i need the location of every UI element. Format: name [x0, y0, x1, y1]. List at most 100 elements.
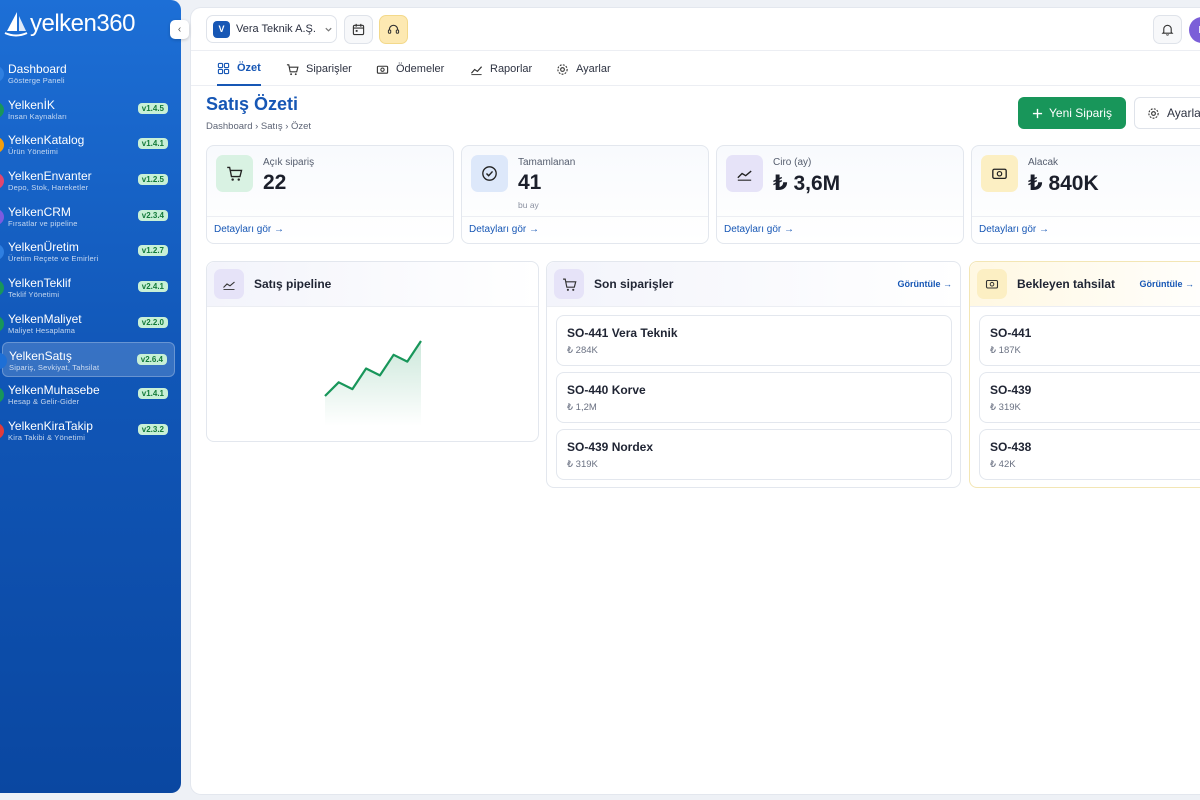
- order-title: SO-440 Korve: [567, 383, 646, 397]
- sidebar-item[interactable]: YelkenMaliyet Maliyet Hesaplama v2.2.0: [0, 306, 181, 342]
- sidebar-item[interactable]: YelkenKatalog Ürün Yönetimi v1.4.1: [0, 127, 181, 163]
- version-badge: v1.4.1: [137, 388, 168, 400]
- list-item[interactable]: SO-439 Nordex ₺ 319K: [556, 429, 952, 480]
- view-all-link[interactable]: Görüntüle →: [898, 279, 953, 289]
- sidebar-item[interactable]: YelkenKiraTakip Kira Takibi & Yönetimi v2.…: [0, 413, 181, 449]
- cash-icon: [985, 279, 999, 289]
- view-all-link[interactable]: Görüntüle →: [1140, 279, 1195, 289]
- calendar-button[interactable]: [344, 15, 373, 44]
- version-badge: v1.2.7: [137, 245, 168, 257]
- kpi-card-open-orders: Açık sipariş 22 Detayları gör →: [206, 145, 454, 244]
- company-name: Vera Teknik A.Ş.: [236, 23, 316, 35]
- kpi-icon-box: [981, 155, 1018, 192]
- invoice-title: SO-441: [990, 326, 1032, 340]
- tab-label: Özet: [237, 62, 261, 74]
- chevron-down-icon: [325, 27, 332, 32]
- version-badge: v1.4.5: [137, 102, 168, 114]
- kpi-icon-box: [471, 155, 508, 192]
- check-circle-icon: [482, 166, 497, 181]
- list-item[interactable]: SO-441 ₺ 187K: [979, 315, 1200, 366]
- tab-siparisler[interactable]: Siparişler: [286, 52, 352, 86]
- brand-name: yelken360: [30, 10, 135, 37]
- kpi-details-link[interactable]: Detayları gör →: [717, 216, 963, 243]
- sidebar-item-subtitle: Gösterge Paneli: [8, 76, 65, 85]
- module-color-dot: [0, 315, 4, 332]
- plus-icon: [1032, 108, 1043, 118]
- kpi-sub: bu ay: [518, 200, 539, 210]
- collapse-sidebar-button[interactable]: ‹: [170, 20, 189, 39]
- sidebar-item[interactable]: YelkenMuhasebe Hesap & Gelir-Gider v1.4.1: [0, 377, 181, 413]
- panel-icon-box: [977, 269, 1007, 299]
- gear-icon: [1148, 107, 1159, 119]
- bell-icon: [1161, 24, 1174, 36]
- main-panel: V Vera Teknik A.Ş. D Özet Siparişler Öde…: [191, 8, 1200, 794]
- list-item[interactable]: SO-438 ₺ 42K: [979, 429, 1200, 480]
- module-color-dot: [0, 101, 4, 118]
- notifications-button[interactable]: [1153, 15, 1182, 44]
- module-color-dot: [0, 173, 4, 190]
- sidebar: yelken360 Dashboard Gösterge Paneli Yelken…: [0, 0, 181, 793]
- tab-raporlar[interactable]: Raporlar: [470, 52, 532, 86]
- topbar: V Vera Teknik A.Ş. D: [191, 8, 1200, 51]
- version-badge: v2.3.2: [137, 423, 168, 435]
- sidebar-item[interactable]: YelkenİK İnsan Kaynakları v1.4.5: [0, 92, 181, 128]
- module-color-dot: [0, 280, 4, 297]
- company-badge: V: [213, 20, 230, 38]
- module-color-dot: [0, 66, 4, 82]
- settings-label: Ayarlar: [1167, 106, 1200, 120]
- order-amount: ₺ 284K: [567, 345, 598, 356]
- calendar-icon: [352, 23, 365, 36]
- version-badge: v1.2.5: [137, 174, 168, 186]
- new-order-label: Yeni Sipariş: [1049, 106, 1112, 120]
- avatar[interactable]: D: [1189, 17, 1200, 43]
- tab-ozet[interactable]: Özet: [217, 52, 261, 86]
- sidebar-nav: Dashboard Gösterge Paneli YelkenİK İnsan Ka…: [0, 56, 181, 449]
- tab-label: Ayarlar: [576, 63, 611, 75]
- kpi-label: Alacak: [1028, 157, 1059, 168]
- version-badge: v2.4.1: [137, 281, 168, 293]
- kpi-details-link[interactable]: Detayları gör →: [972, 216, 1200, 243]
- sidebar-item[interactable]: YelkenCRM Fırsatlar ve pipeline v2.3.4: [0, 199, 181, 235]
- tab-label: Siparişler: [306, 63, 352, 75]
- chart-line-icon: [470, 65, 483, 75]
- kpi-value: ₺ 3,6M: [773, 172, 841, 195]
- panel-title: Son siparişler: [594, 277, 674, 291]
- invoice-amount: ₺ 42K: [990, 459, 1016, 470]
- panel-icon-box: [214, 269, 244, 299]
- cart-icon: [227, 166, 243, 181]
- order-amount: ₺ 1,2M: [567, 402, 597, 413]
- panel-header: Satış pipeline: [207, 262, 538, 307]
- kpi-card-receivables: Alacak ₺ 840K Detayları gör →: [971, 145, 1200, 244]
- kpi-value: 41: [518, 171, 542, 194]
- company-selector[interactable]: V Vera Teknik A.Ş.: [206, 15, 337, 43]
- list-item[interactable]: SO-439 ₺ 319K: [979, 372, 1200, 423]
- module-color-dot: [0, 352, 7, 369]
- brand-logo[interactable]: yelken360: [4, 10, 135, 38]
- sidebar-item[interactable]: YelkenTeklif Teklif Yönetimi v2.4.1: [0, 270, 181, 306]
- sidebar-item[interactable]: YelkenÜretim Üretim Reçete ve Emirleri v1.…: [0, 234, 181, 270]
- kpi-label: Açık sipariş: [263, 157, 315, 168]
- sailboat-icon: [4, 12, 28, 37]
- chart-line-icon: [223, 281, 235, 290]
- sidebar-gutter: [181, 0, 191, 800]
- tab-ayarlar[interactable]: Ayarlar: [556, 52, 611, 86]
- list-item[interactable]: SO-440 Korve ₺ 1,2M: [556, 372, 952, 423]
- new-order-button[interactable]: Yeni Sipariş: [1018, 97, 1126, 129]
- sidebar-item[interactable]: Dashboard Gösterge Paneli: [0, 56, 181, 92]
- order-title: SO-441 Vera Teknik: [567, 326, 678, 340]
- cart-icon: [286, 63, 299, 75]
- sidebar-item[interactable]: YelkenEnvanter Depo, Stok, Hareketler v1.2…: [0, 163, 181, 199]
- module-color-dot: [0, 422, 4, 439]
- tab-odemeler[interactable]: Ödemeler: [376, 52, 444, 86]
- kpi-details-link[interactable]: Detayları gör →: [462, 216, 708, 243]
- module-color-dot: [0, 137, 4, 154]
- support-button[interactable]: [379, 15, 408, 44]
- panel-header: Bekleyen tahsilat Görüntüle →: [970, 262, 1200, 307]
- gear-icon: [557, 63, 568, 75]
- settings-button[interactable]: Ayarlar: [1134, 97, 1200, 129]
- sidebar-item[interactable]: YelkenSatış Sipariş, Sevkiyat, Tahsilat v2…: [0, 341, 175, 378]
- version-badge: v2.6.4: [136, 353, 167, 365]
- kpi-details-link[interactable]: Detayları gör →: [207, 216, 453, 243]
- pipeline-panel: Satış pipeline: [206, 261, 539, 442]
- list-item[interactable]: SO-441 Vera Teknik ₺ 284K: [556, 315, 952, 366]
